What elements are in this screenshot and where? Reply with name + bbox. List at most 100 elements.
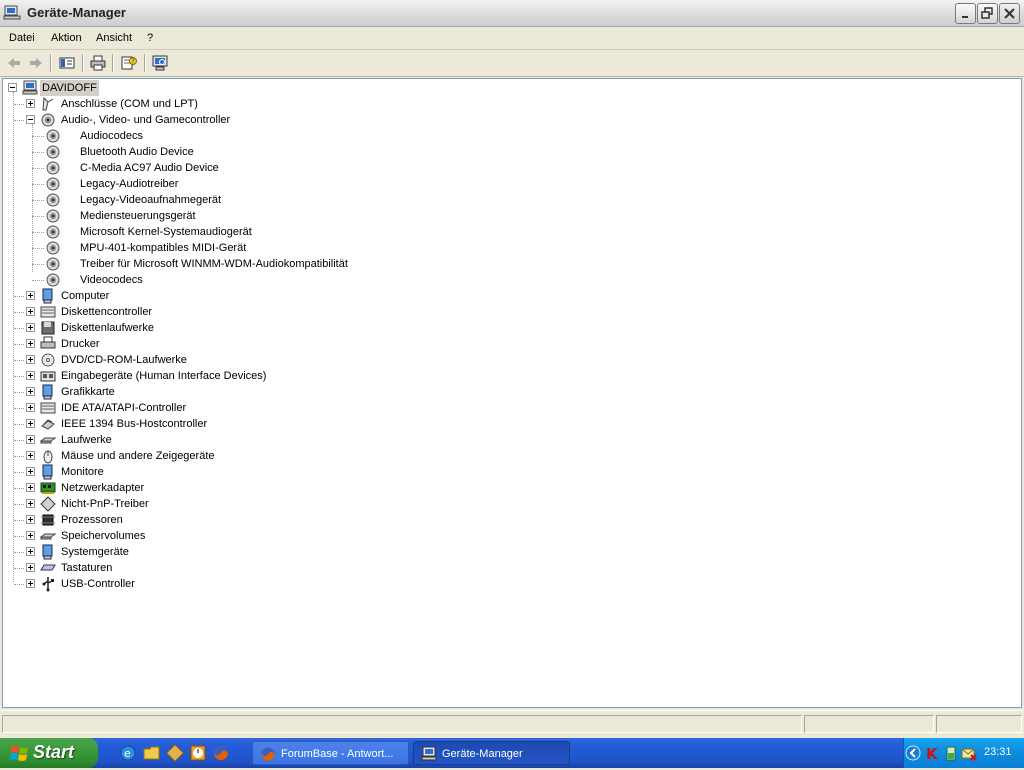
device-manager-icon [3,5,21,24]
show-hidden-icons-button[interactable] [905,745,921,761]
expand-toggle[interactable] [26,99,35,108]
antivirus-icon[interactable]: K [924,745,940,763]
expand-toggle[interactable] [26,515,35,524]
tree-connector [14,120,24,121]
show-hide-tree-button[interactable] [57,53,77,73]
device-item[interactable]: Mediensteuerungsgerät [32,208,645,224]
sound-icon [45,224,61,240]
folder-icon[interactable] [143,744,161,762]
expand-toggle[interactable] [26,435,35,444]
tree-category[interactable]: Computer [14,288,626,304]
toolbar-separator [144,54,146,72]
ieee1394-icon [40,416,56,432]
tree-category[interactable]: Mäuse und andere Zeigegeräte [14,448,626,464]
tree-category[interactable]: Anschlüsse (COM und LPT) [14,96,626,112]
device-label: Microsoft Kernel-Systemaudiogerät [80,226,252,238]
tree-category[interactable]: DVD/CD-ROM-Laufwerke [14,352,626,368]
menu-ansicht[interactable]: Ansicht [96,32,132,44]
tree-category[interactable]: Monitore [14,464,626,480]
tree-connector [32,184,44,185]
category-label: USB-Controller [61,578,135,590]
device-item[interactable]: MPU-401-kompatibles MIDI-Gerät [32,240,645,256]
back-button[interactable] [4,53,24,73]
tree-category[interactable]: Drucker [14,336,626,352]
tree-category[interactable]: Laufwerke [14,432,626,448]
tree-category[interactable]: IDE ATA/ATAPI-Controller [14,400,626,416]
print-button[interactable] [88,53,108,73]
firefox-icon[interactable] [212,744,230,762]
device-item[interactable]: Audiocodecs [32,128,645,144]
mail-error-icon[interactable] [961,745,977,761]
tree-connector [14,456,24,457]
collapse-toggle[interactable] [8,83,17,92]
expand-toggle[interactable] [26,291,35,300]
expand-toggle[interactable] [26,499,35,508]
tree-category[interactable]: IEEE 1394 Bus-Hostcontroller [14,416,626,432]
device-tree[interactable]: DAVIDOFF Anschlüsse (COM und LPT) Audio-,… [2,78,1022,708]
sound-icon [45,272,61,288]
expand-toggle[interactable] [26,547,35,556]
internet-explorer-icon[interactable]: e [119,744,137,762]
tree-connector [14,344,24,345]
expand-toggle[interactable] [26,451,35,460]
expand-toggle[interactable] [26,563,35,572]
collapse-toggle[interactable] [26,115,35,124]
taskbar: Start e ForumBase - Antwort... Geräte-Ma… [0,738,1024,768]
tree-root[interactable]: DAVIDOFF [8,80,408,96]
computer-icon [40,288,56,304]
tree-category[interactable]: Nicht-PnP-Treiber [14,496,626,512]
expand-toggle[interactable] [26,387,35,396]
device-item[interactable]: Videocodecs [32,272,645,288]
tree-category[interactable]: Diskettenlaufwerke [14,320,626,336]
expand-toggle[interactable] [26,371,35,380]
clock[interactable]: 23:31 [984,746,1012,758]
close-button[interactable] [999,3,1020,24]
device-item[interactable]: Legacy-Videoaufnahmegerät [32,192,645,208]
task-forumbase[interactable]: ForumBase - Antwort... [252,741,409,765]
forward-button[interactable] [26,53,46,73]
menu-datei[interactable]: Datei [9,32,35,44]
menu-help[interactable]: ? [147,32,153,44]
minimize-button[interactable] [955,3,976,24]
expand-toggle[interactable] [26,355,35,364]
expand-toggle[interactable] [26,531,35,540]
restore-button[interactable] [977,3,998,24]
device-item[interactable]: Microsoft Kernel-Systemaudiogerät [32,224,645,240]
title-bar[interactable]: Geräte-Manager [0,0,1024,27]
tree-category[interactable]: Prozessoren [14,512,626,528]
tree-category[interactable]: Tastaturen [14,560,626,576]
computer-icon [22,80,38,96]
category-label: Laufwerke [61,434,112,446]
tree-connector [14,520,24,521]
device-item[interactable]: Legacy-Audiotreiber [32,176,645,192]
battery-icon[interactable] [943,745,959,761]
expand-toggle[interactable] [26,339,35,348]
tree-connector [14,584,24,585]
expand-toggle[interactable] [26,403,35,412]
properties-help-button[interactable]: ? [119,53,139,73]
device-item[interactable]: C-Media AC97 Audio Device [32,160,645,176]
tree-category[interactable]: Systemgeräte [14,544,626,560]
tree-category[interactable]: Eingabegeräte (Human Interface Devices) [14,368,626,384]
expand-toggle[interactable] [26,323,35,332]
tree-category[interactable]: USB-Controller [14,576,626,592]
tree-category[interactable]: Speichervolumes [14,528,626,544]
scan-hardware-button[interactable] [150,53,170,73]
expand-toggle[interactable] [26,307,35,316]
tree-category[interactable]: Diskettencontroller [14,304,626,320]
device-item[interactable]: Bluetooth Audio Device [32,144,645,160]
expand-toggle[interactable] [26,419,35,428]
clock-app-icon[interactable] [189,744,207,762]
start-button[interactable]: Start [0,738,98,768]
tree-category[interactable]: Grafikkarte [14,384,626,400]
system-tray: K 23:31 [903,738,1024,768]
task-geraete-manager[interactable]: Geräte-Manager [413,741,570,765]
device-item[interactable]: Treiber für Microsoft WINMM-WDM-Audiokom… [32,256,645,272]
menu-aktion[interactable]: Aktion [51,32,82,44]
tree-category[interactable]: Audio-, Video- und Gamecontroller [14,112,626,128]
tools-icon[interactable] [165,743,185,763]
expand-toggle[interactable] [26,467,35,476]
tree-category[interactable]: Netzwerkadapter [14,480,626,496]
expand-toggle[interactable] [26,579,35,588]
expand-toggle[interactable] [26,483,35,492]
